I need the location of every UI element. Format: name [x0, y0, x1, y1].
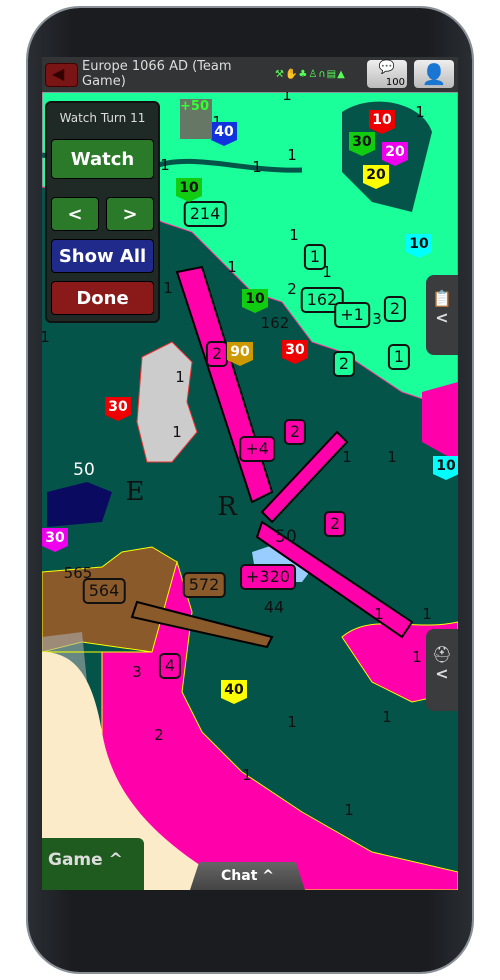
- unit-card[interactable]: +50: [180, 99, 212, 139]
- clipboard-icon: 📋: [432, 289, 452, 308]
- territory-label: 1: [422, 605, 432, 623]
- unit-count-badge[interactable]: 1: [303, 244, 327, 270]
- ship-count: 44: [263, 597, 285, 617]
- territory-label: 3: [372, 310, 382, 328]
- territory-label: 1: [242, 766, 252, 784]
- unit-count-badge[interactable]: 572: [182, 572, 226, 598]
- territory-label: 1: [227, 258, 237, 276]
- unit-count-badge[interactable]: +4: [239, 436, 275, 462]
- territory-label: 1: [172, 423, 182, 441]
- territory-label: 1: [374, 605, 384, 623]
- ship-count: 50: [73, 460, 95, 480]
- watch-turn-title: Watch Turn 11: [59, 111, 146, 125]
- back-arrow-icon: ◀: [52, 64, 65, 83]
- unit-count-badge[interactable]: 2: [283, 419, 307, 445]
- chat-bubble-icon: 💬: [378, 60, 396, 75]
- territory-label: 1: [175, 368, 185, 386]
- unit-count-badge[interactable]: 2: [323, 511, 347, 537]
- top-bar: ◀ Europe 1066 AD (Team Game) ⚒✋♣♙∩▤▲ 💬 10…: [42, 57, 458, 92]
- territory-label: 3: [132, 663, 142, 681]
- unit-count-badge[interactable]: 2: [332, 351, 356, 377]
- next-button[interactable]: >: [106, 197, 154, 231]
- helmet-icon: ⛑: [431, 645, 453, 664]
- sea-label: E: [125, 477, 145, 507]
- territory-label: 1: [344, 801, 354, 819]
- territory-label: 1: [252, 158, 262, 176]
- unit-count-badge[interactable]: +1: [334, 302, 370, 328]
- units-tab[interactable]: ⛑ <: [426, 629, 458, 711]
- watch-turn-panel: Watch Turn 11 Watch < > Show All Done: [45, 101, 160, 323]
- sea-label: R: [217, 492, 237, 522]
- territory-label: 1: [415, 103, 425, 121]
- back-button[interactable]: ◀: [45, 63, 78, 87]
- person-icon: 👤: [421, 62, 447, 86]
- resource-icons: ⚒✋♣♙∩▤▲: [275, 69, 346, 80]
- territory-label: 1: [289, 226, 299, 244]
- territory-label: 2: [287, 280, 297, 298]
- unit-count-badge[interactable]: 1: [387, 344, 411, 370]
- chat-button[interactable]: Chat ^: [190, 862, 305, 890]
- territory-label: 1: [287, 146, 297, 164]
- territory-label: 1: [387, 448, 397, 466]
- territory-label: 1: [287, 713, 297, 731]
- unit-count-badge[interactable]: 564: [82, 578, 126, 604]
- territory-label: 1: [412, 648, 422, 666]
- done-button[interactable]: Done: [51, 281, 154, 315]
- territory-label: 1: [342, 448, 352, 466]
- game-menu-button[interactable]: Game ^: [42, 838, 144, 890]
- territory-label: 162: [260, 314, 290, 332]
- unit-count-badge[interactable]: 4: [158, 653, 182, 679]
- watch-button[interactable]: Watch: [51, 139, 154, 179]
- unit-count-badge[interactable]: 2: [205, 341, 229, 367]
- ship-count: 50: [275, 527, 297, 547]
- profile-button[interactable]: 👤: [414, 60, 454, 88]
- previous-button[interactable]: <: [51, 197, 99, 231]
- unit-count-badge[interactable]: +320: [240, 564, 296, 590]
- territory-label: 1: [160, 156, 170, 174]
- territory-label: 1: [163, 279, 173, 297]
- unit-count-badge[interactable]: 2: [383, 296, 407, 322]
- show-all-button[interactable]: Show All: [51, 239, 154, 273]
- territory-label: 1: [42, 328, 50, 346]
- game-title: Europe 1066 AD (Team Game): [82, 59, 232, 89]
- territory-label: 1: [382, 708, 392, 726]
- territory-label: 2: [154, 726, 164, 744]
- unit-count-badge[interactable]: 214: [183, 201, 227, 227]
- game-screen: ◀ Europe 1066 AD (Team Game) ⚒✋♣♙∩▤▲ 💬 10…: [42, 57, 458, 890]
- objectives-tab[interactable]: 📋 <: [426, 275, 458, 355]
- chat-count-button[interactable]: 💬 100: [367, 60, 407, 88]
